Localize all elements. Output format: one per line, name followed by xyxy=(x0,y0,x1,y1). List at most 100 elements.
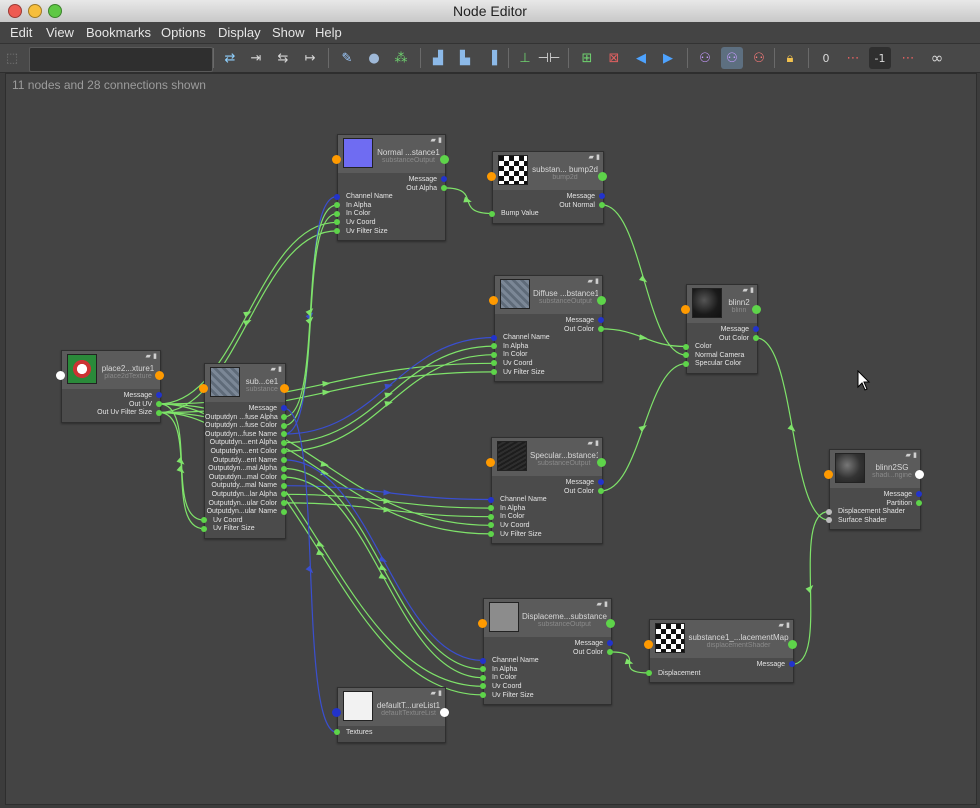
node-normal[interactable]: Normal ...stance1 substanceOutput ▰ ▮ Messa… xyxy=(337,134,446,242)
node-input-port[interactable] xyxy=(332,708,341,717)
attr-minus-one-icon[interactable]: -1 xyxy=(869,47,891,69)
input-attribute[interactable]: Uv Filter Size xyxy=(205,525,285,534)
output-attribute[interactable]: Out Alpha xyxy=(338,185,445,194)
attribute-input-port[interactable] xyxy=(491,351,497,358)
output-attribute[interactable]: Outputdyn...mal Alpha xyxy=(205,465,285,474)
output-attribute[interactable]: Outputdyn...mal Color xyxy=(205,474,285,483)
attribute-output-port[interactable] xyxy=(281,413,287,420)
output-attribute[interactable]: Outputdyn...lar Alpha xyxy=(205,491,285,500)
output-attribute[interactable]: Out Color xyxy=(495,326,602,335)
attr-red-icon[interactable]: ⋯ xyxy=(842,47,864,69)
node-output-port[interactable] xyxy=(440,708,449,717)
node-diffuse[interactable]: Diffuse ...bstance1 substanceOutput ▰ ▮ Mes… xyxy=(494,275,603,383)
attribute-output-port[interactable] xyxy=(156,400,162,407)
attribute-output-port[interactable] xyxy=(607,648,613,655)
remove-graph-icon[interactable]: ⊠ xyxy=(603,47,625,69)
node-input-port[interactable] xyxy=(332,155,341,164)
node-output-port[interactable] xyxy=(752,305,761,314)
input-attribute[interactable]: Color xyxy=(687,343,757,352)
arrow-left-icon[interactable]: ◀ xyxy=(630,47,652,69)
io-connections-icon[interactable]: ⇆ xyxy=(272,47,294,69)
swap-arrows-icon[interactable]: ⇄ xyxy=(219,47,241,69)
output-attribute[interactable]: Outputdyn...ular Color xyxy=(205,500,285,509)
input-attribute[interactable]: Displacement Shader xyxy=(830,508,920,517)
input-attribute[interactable]: In Color xyxy=(338,210,445,219)
input-attribute[interactable]: Channel Name xyxy=(492,496,602,505)
input-connections-icon[interactable]: ⇥ xyxy=(245,47,267,69)
output-attribute[interactable]: Outputdy...mal Name xyxy=(205,482,285,491)
output-attribute[interactable]: Out Normal xyxy=(493,202,603,211)
node-input-port[interactable] xyxy=(487,172,496,181)
input-attribute[interactable]: In Alpha xyxy=(495,343,602,352)
output-attribute[interactable]: Out Uv Filter Size xyxy=(62,409,160,418)
input-attribute[interactable]: Uv Coord xyxy=(495,360,602,369)
node-mode-icon[interactable]: ▰ ▮ xyxy=(431,689,442,697)
output-attribute[interactable]: Partition xyxy=(830,500,920,509)
output-attribute[interactable]: Message xyxy=(493,193,603,202)
output-attribute[interactable]: Outputdyn...fuse Name xyxy=(205,431,285,440)
node-mode-icon[interactable]: ▰ ▮ xyxy=(743,286,754,294)
input-attribute[interactable]: Normal Camera xyxy=(687,352,757,361)
node-header[interactable]: Diffuse ...bstance1 substanceOutput ▰ ▮ xyxy=(495,276,602,314)
node-output-port[interactable] xyxy=(280,384,289,393)
add-graph-icon[interactable]: ⊞ xyxy=(576,47,598,69)
node-output-port[interactable] xyxy=(598,172,607,181)
node-output-port[interactable] xyxy=(915,470,924,479)
menu-options[interactable]: Options xyxy=(161,25,206,40)
menu-edit[interactable]: Edit xyxy=(10,25,32,40)
input-attribute[interactable]: Uv Coord xyxy=(492,522,602,531)
layout-a-icon[interactable]: ▟ xyxy=(427,47,449,69)
attribute-output-port[interactable] xyxy=(441,184,447,191)
menu-help[interactable]: Help xyxy=(315,25,342,40)
attribute-input-port[interactable] xyxy=(826,508,832,515)
node-output-port[interactable] xyxy=(606,619,615,628)
input-attribute[interactable]: Textures xyxy=(338,729,445,738)
node-input-port[interactable] xyxy=(489,296,498,305)
node-header[interactable]: substance1_...lacementMap displacementSha… xyxy=(650,620,793,658)
node-input-port[interactable] xyxy=(478,619,487,628)
output-attribute[interactable]: Message xyxy=(830,491,920,500)
attribute-input-port[interactable] xyxy=(491,368,497,375)
output-attribute[interactable]: Message xyxy=(62,392,160,401)
input-attribute[interactable]: Channel Name xyxy=(338,193,445,202)
node-input-port[interactable] xyxy=(681,305,690,314)
shader-balls-remove-icon[interactable]: ⚇ xyxy=(748,47,770,69)
input-attribute[interactable]: Channel Name xyxy=(495,334,602,343)
layout-c-icon[interactable]: ▐ xyxy=(481,47,503,69)
split-arrows-icon[interactable]: ⊣⊢ xyxy=(538,47,561,69)
node-output-port[interactable] xyxy=(440,155,449,164)
attribute-input-port[interactable] xyxy=(334,210,340,217)
node-mode-icon[interactable]: ▰ ▮ xyxy=(271,365,282,373)
shader-balls-active-icon[interactable]: ⚇ xyxy=(721,47,743,69)
output-attribute[interactable]: Outputdyn ...fuse Color xyxy=(205,422,285,431)
layout-b-icon[interactable]: ▙ xyxy=(454,47,476,69)
node-output-port[interactable] xyxy=(597,296,606,305)
attribute-input-port[interactable] xyxy=(646,669,652,676)
node-subst[interactable]: sub...ce1 substance ▰ ▮ Message Outputdyn ..… xyxy=(204,363,286,539)
input-attribute[interactable]: Bump Value xyxy=(493,210,603,219)
node-bump[interactable]: substan... bump2d bump2d ▰ ▮ Message Out Nor… xyxy=(492,151,604,224)
output-attribute[interactable]: Message xyxy=(338,176,445,185)
input-attribute[interactable]: Uv Filter Size xyxy=(484,692,611,701)
input-attribute[interactable]: Uv Coord xyxy=(205,517,285,526)
output-connections-icon[interactable]: ↦ xyxy=(299,47,321,69)
output-attribute[interactable]: Out UV xyxy=(62,401,160,410)
pin-brush-icon[interactable]: ✎ xyxy=(336,47,358,69)
node-input-port[interactable] xyxy=(199,384,208,393)
node-place2d[interactable]: place2...xture1 place2dTexture ▰ ▮ Message O… xyxy=(61,350,161,423)
node-header[interactable]: defaultT...ureList1 defaultTextureList ▰ ▮ xyxy=(338,688,445,726)
node-mode-icon[interactable]: ▰ ▮ xyxy=(779,621,790,629)
node-input-port[interactable] xyxy=(56,371,65,380)
node-disp[interactable]: Displaceme...substance1 substanceOutput ▰ … xyxy=(483,598,612,706)
node-output-port[interactable] xyxy=(155,371,164,380)
input-attribute[interactable]: Displacement xyxy=(650,670,793,679)
input-attribute[interactable]: In Alpha xyxy=(492,505,602,514)
select-tool-icon[interactable]: ⬚ xyxy=(3,47,21,69)
node-output-port[interactable] xyxy=(788,640,797,649)
attribute-output-port[interactable] xyxy=(281,439,287,446)
node-header[interactable]: Specular...bstance1 substanceOutput ▰ ▮ xyxy=(492,438,602,476)
network-graph-icon[interactable]: ⁂ xyxy=(390,47,412,69)
menu-display[interactable]: Display xyxy=(218,25,261,40)
attribute-input-port[interactable] xyxy=(683,360,689,367)
attr-red-b-icon[interactable]: ⋯ xyxy=(897,47,919,69)
